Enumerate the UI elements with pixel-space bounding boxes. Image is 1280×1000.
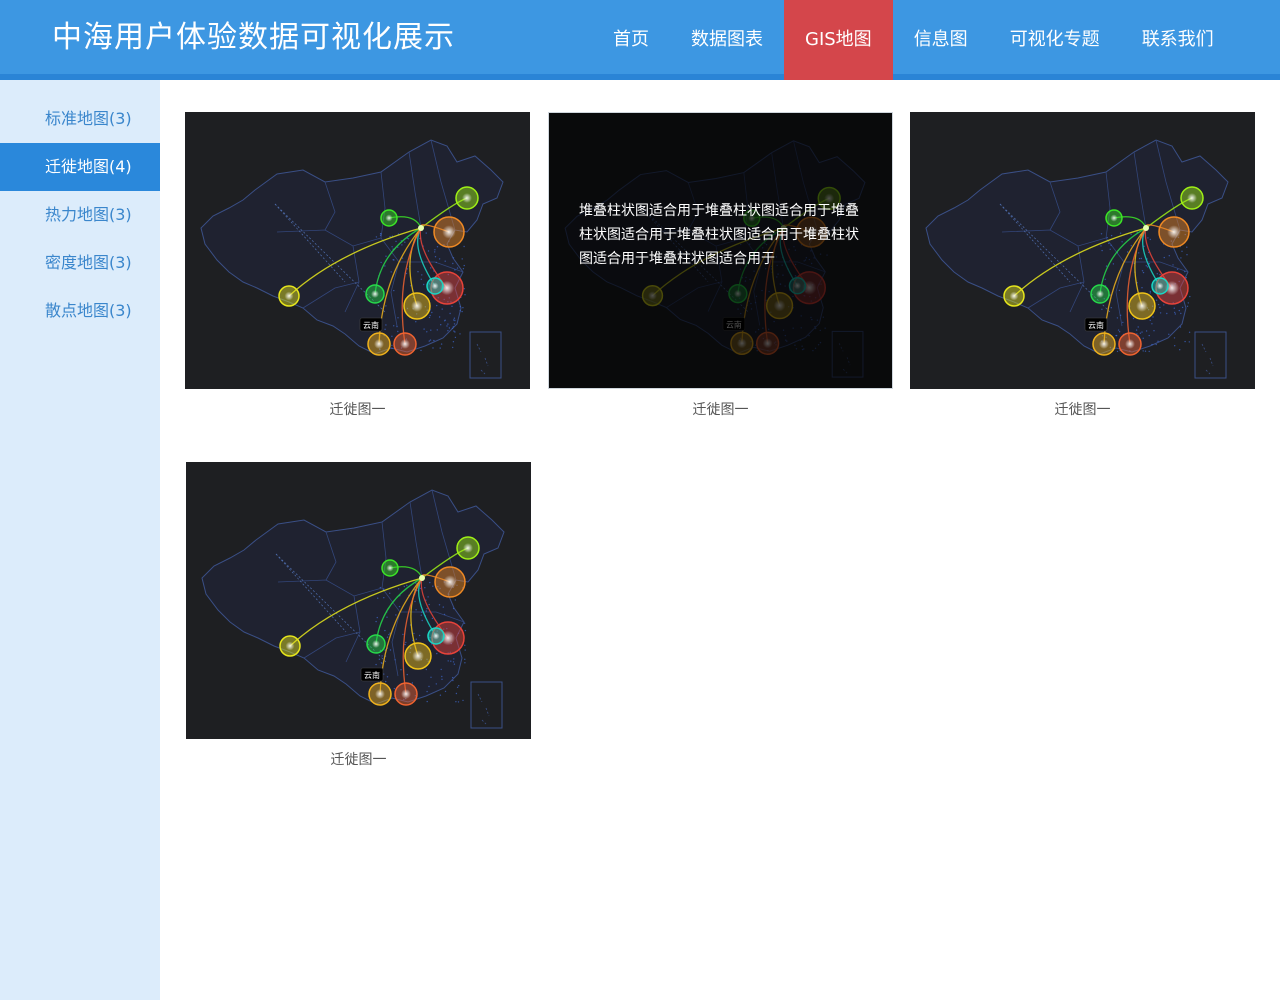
nav-data-charts[interactable]: 数据图表 bbox=[670, 0, 784, 80]
gallery-card: 云南 迁徙图一 bbox=[910, 112, 1255, 419]
card-caption[interactable]: 迁徙图一 bbox=[548, 401, 893, 419]
nav-infographics[interactable]: 信息图 bbox=[893, 0, 989, 80]
sidebar-list: 标准地图(3) 迁徙地图(4) 热力地图(3) 密度地图(3) 散点地图(3) bbox=[0, 95, 160, 335]
map-thumbnail[interactable]: 云南 bbox=[185, 112, 530, 389]
svg-text:云南: 云南 bbox=[364, 670, 380, 680]
main-nav: 首页 数据图表 GIS地图 信息图 可视化专题 联系我们 bbox=[592, 0, 1235, 80]
svg-text:云南: 云南 bbox=[363, 320, 379, 330]
gallery-card: 云南 迁徙图一 bbox=[185, 112, 530, 419]
svg-text:云南: 云南 bbox=[1088, 320, 1104, 330]
nav-contact[interactable]: 联系我们 bbox=[1121, 0, 1235, 80]
gallery-card-hovered: 云南 堆叠柱状图适合用于堆叠柱状图适合用于堆叠柱状图适合用于堆叠柱状图适合用于堆… bbox=[548, 112, 893, 419]
nav-home-label: 首页 bbox=[613, 0, 649, 80]
map-thumbnail[interactable]: 云南 堆叠柱状图适合用于堆叠柱状图适合用于堆叠柱状图适合用于堆叠柱状图适合用于堆… bbox=[548, 112, 893, 389]
header: 中海用户体验数据可视化展示 首页 数据图表 GIS地图 信息图 可视化专题 联系… bbox=[0, 0, 1280, 80]
sidebar-item-standard-map[interactable]: 标准地图(3) bbox=[0, 95, 160, 143]
nav-visual-topics[interactable]: 可视化专题 bbox=[989, 0, 1121, 80]
sidebar-item-density-map[interactable]: 密度地图(3) bbox=[0, 239, 160, 287]
sidebar-item-migration-map[interactable]: 迁徙地图(4) bbox=[0, 143, 160, 191]
overlay-description: 堆叠柱状图适合用于堆叠柱状图适合用于堆叠柱状图适合用于堆叠柱状图适合用于堆叠柱状… bbox=[579, 199, 864, 271]
nav-gis-map-label: GIS地图 bbox=[805, 0, 872, 80]
migration-map-image: 云南 bbox=[186, 462, 531, 739]
gallery: 云南 迁徙图一 云南 堆叠柱状图适合用于堆叠柱状图适合用于堆叠柱状图适合用于堆叠… bbox=[160, 80, 1280, 1000]
card-caption[interactable]: 迁徙图一 bbox=[186, 751, 531, 769]
map-thumbnail[interactable]: 云南 bbox=[910, 112, 1255, 389]
nav-data-charts-label: 数据图表 bbox=[691, 0, 763, 80]
site-title: 中海用户体验数据可视化展示 bbox=[52, 18, 455, 58]
migration-map-image: 云南 bbox=[185, 112, 530, 389]
map-thumbnail[interactable]: 云南 bbox=[186, 462, 531, 739]
nav-contact-label: 联系我们 bbox=[1142, 0, 1214, 80]
gallery-card: 云南 迁徙图一 bbox=[186, 462, 531, 769]
nav-infographics-label: 信息图 bbox=[914, 0, 968, 80]
nav-visual-topics-label: 可视化专题 bbox=[1010, 0, 1100, 80]
migration-map-image: 云南 bbox=[910, 112, 1255, 389]
hover-overlay[interactable]: 堆叠柱状图适合用于堆叠柱状图适合用于堆叠柱状图适合用于堆叠柱状图适合用于堆叠柱状… bbox=[549, 113, 892, 388]
sidebar: 标准地图(3) 迁徙地图(4) 热力地图(3) 密度地图(3) 散点地图(3) bbox=[0, 80, 160, 1000]
nav-gis-map[interactable]: GIS地图 bbox=[784, 0, 893, 80]
sidebar-item-heat-map[interactable]: 热力地图(3) bbox=[0, 191, 160, 239]
card-caption[interactable]: 迁徙图一 bbox=[185, 401, 530, 419]
nav-home[interactable]: 首页 bbox=[592, 0, 670, 80]
sidebar-item-scatter-map[interactable]: 散点地图(3) bbox=[0, 287, 160, 335]
card-caption[interactable]: 迁徙图一 bbox=[910, 401, 1255, 419]
